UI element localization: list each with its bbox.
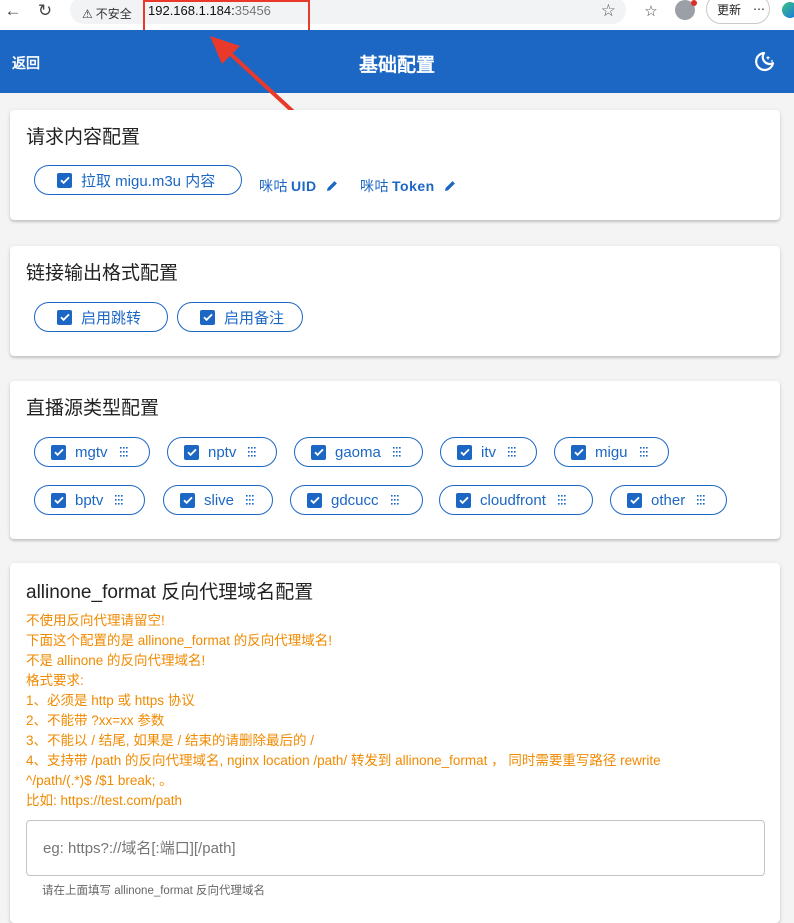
drag-handle-icon[interactable] — [685, 494, 706, 506]
migu-token-edit-button[interactable]: 咪咕 Token — [360, 176, 457, 196]
note-line: 不是 allinone 的反向代理域名! — [26, 653, 206, 668]
checkbox-checked-icon — [307, 492, 322, 508]
source-type-label: other — [651, 491, 686, 509]
source-type-chip-mgtv[interactable]: mgtv — [34, 437, 150, 467]
checkbox-checked-icon — [51, 492, 66, 508]
source-type-chip-gaoma[interactable]: gaoma — [294, 437, 423, 467]
pencil-icon — [326, 181, 337, 191]
note-line: 4、支持带 /path 的反向代理域名, nginx location /pat… — [26, 753, 661, 768]
source-type-chip-migu[interactable]: migu — [554, 437, 669, 467]
notification-dot — [691, 0, 697, 6]
security-indicator[interactable]: ⚠ 不安全 — [82, 5, 132, 22]
migu-uid-edit-button[interactable]: 咪咕 UID — [259, 176, 339, 196]
theme-toggle-icon[interactable] — [752, 50, 776, 74]
checkbox-checked-icon — [57, 309, 72, 325]
page-title: 基础配置 — [358, 55, 435, 76]
bookmark-star-icon[interactable]: ☆ — [601, 1, 616, 21]
proxy-notes: 不使用反向代理请留空! 下面这个配置的是 allinone_format 的反向… — [26, 611, 661, 811]
note-line: 3、不能以 / 结尾, 如果是 / 结束的请删除最后的 / — [26, 733, 315, 748]
checkbox-checked-icon — [627, 492, 642, 508]
checkbox-checked-icon — [457, 444, 472, 460]
source-type-label: slive — [204, 491, 235, 509]
note-line: 格式要求: — [26, 673, 84, 688]
pencil-icon — [444, 181, 455, 191]
source-type-chip-nptv[interactable]: nptv — [167, 437, 277, 467]
drag-handle-icon[interactable] — [546, 494, 567, 506]
back-arrow-icon[interactable]: ← — [2, 0, 24, 22]
note-line: 比如: https://test.com/path — [26, 793, 183, 808]
reload-icon[interactable]: ↻ — [34, 0, 56, 22]
checkbox-checked-icon — [180, 492, 195, 508]
enable-remark-checkbox[interactable]: 启用备注 — [177, 302, 303, 332]
note-line: 2、不能带 ?xx=xx 参数 — [26, 713, 165, 728]
copilot-icon[interactable] — [782, 2, 794, 18]
request-config-card: 请求内容配置 拉取 migu.m3u 内容 咪咕 UID 咪咕 Token — [10, 110, 780, 220]
favorites-icon[interactable]: ☆ — [640, 0, 662, 22]
checkbox-checked-icon — [456, 492, 471, 508]
source-type-label: cloudfront — [480, 491, 546, 509]
checkbox-checked-icon — [57, 172, 72, 188]
note-line: ^/path/(.*)$ /$1 break; 。 — [26, 773, 173, 788]
note-line: 1、必须是 http 或 https 协议 — [26, 693, 195, 708]
checkbox-checked-icon — [311, 444, 326, 460]
source-type-chip-itv[interactable]: itv — [440, 437, 537, 467]
card-title: 链接输出格式配置 — [26, 263, 179, 284]
checkbox-checked-icon — [200, 309, 215, 325]
drag-handle-icon[interactable] — [379, 494, 400, 506]
source-type-label: nptv — [208, 443, 237, 461]
pull-migu-checkbox[interactable]: 拉取 migu.m3u 内容 — [34, 165, 242, 195]
source-type-label: gdcucc — [331, 491, 379, 509]
card-title: 请求内容配置 — [26, 127, 141, 148]
source-type-chip-slive[interactable]: slive — [163, 485, 273, 515]
source-type-card: 直播源类型配置 mgtv nptv gaoma itv migu bptv slive gdc… — [10, 381, 780, 539]
drag-handle-icon[interactable] — [496, 446, 517, 458]
drag-handle-icon[interactable] — [108, 446, 129, 458]
source-type-label: gaoma — [335, 443, 381, 461]
source-type-chip-gdcucc[interactable]: gdcucc — [290, 485, 423, 515]
warning-icon: ⚠ — [82, 7, 93, 21]
drag-handle-icon[interactable] — [381, 446, 402, 458]
browser-toolbar: ← ↻ ⚠ 不安全 192.168.1.184:35456 ☆ ☆ 更新 ⋯ — [0, 0, 794, 36]
drag-handle-icon[interactable] — [234, 494, 255, 506]
drag-handle-icon[interactable] — [103, 494, 124, 506]
note-line: 不使用反向代理请留空! — [26, 613, 165, 628]
update-button[interactable]: 更新 ⋯ — [706, 0, 770, 24]
source-type-label: bptv — [75, 491, 104, 509]
checkbox-checked-icon — [51, 444, 66, 460]
source-type-label: itv — [481, 443, 496, 461]
source-type-chip-other[interactable]: other — [610, 485, 727, 515]
source-type-chip-bptv[interactable]: bptv — [34, 485, 145, 515]
checkbox-checked-icon — [184, 444, 199, 460]
source-type-label: mgtv — [75, 443, 108, 461]
note-line: 下面这个配置的是 allinone_format 的反向代理域名! — [26, 633, 333, 648]
card-title: allinone_format 反向代理域名配置 — [26, 582, 314, 603]
input-hint: 请在上面填写 allinone_format 反向代理域名 — [42, 885, 266, 897]
card-title: 直播源类型配置 — [26, 398, 160, 419]
more-menu-icon: ⋯ — [753, 2, 766, 16]
output-format-card: 链接输出格式配置 启用跳转 启用备注 — [10, 246, 780, 356]
drag-handle-icon[interactable] — [236, 446, 257, 458]
checkbox-checked-icon — [571, 444, 586, 460]
enable-redirect-checkbox[interactable]: 启用跳转 — [34, 302, 168, 332]
source-type-label: migu — [595, 443, 628, 461]
app-bar: 返回 基础配置 — [0, 30, 794, 93]
proxy-domain-input[interactable] — [26, 820, 765, 876]
drag-handle-icon[interactable] — [628, 446, 649, 458]
source-type-chip-cloudfront[interactable]: cloudfront — [439, 485, 593, 515]
